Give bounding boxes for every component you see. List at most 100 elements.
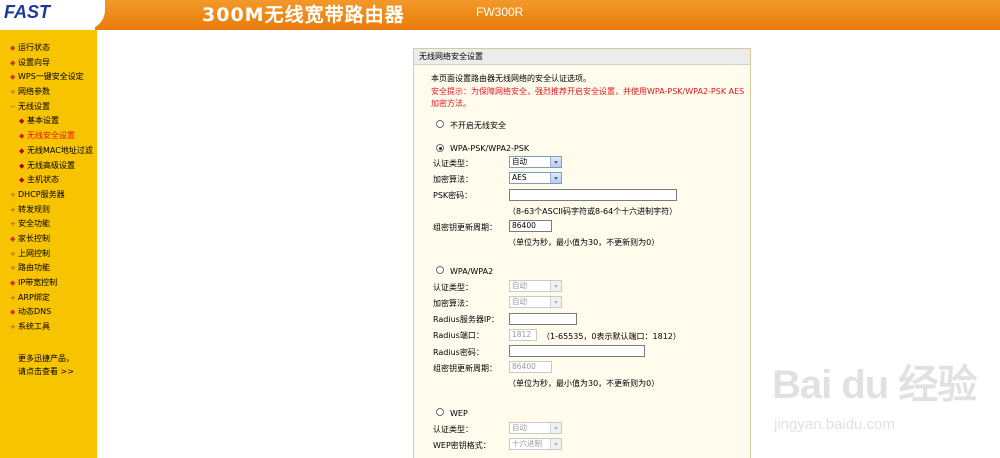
bullet-icon: ◆ bbox=[19, 176, 25, 185]
sidebar-item-host-status[interactable]: ◆ 主机状态 bbox=[10, 173, 93, 188]
brand-logo: FAST bbox=[4, 2, 51, 22]
sidebar-item-arp[interactable]: + ARP绑定 bbox=[10, 291, 93, 306]
sidebar-item-label: 无线高级设置 bbox=[27, 160, 75, 170]
radio-wpa-psk-label: WPA-PSK/WPA2-PSK bbox=[450, 144, 530, 153]
expand-icon: + bbox=[10, 205, 16, 214]
expand-icon: + bbox=[10, 190, 16, 199]
sidebar-item-system-tools[interactable]: + 系统工具 bbox=[10, 320, 93, 335]
sidebar-item-bandwidth[interactable]: ◆ IP带宽控制 bbox=[10, 276, 93, 291]
sidebar-menu: ◆ 运行状态 ◆ 设置向导 ◆ WPS一键安全设定 + 网络参数 − 无线设置 ◆ 基本设置… bbox=[10, 41, 93, 335]
sidebar-item-label: 无线MAC地址过滤 bbox=[27, 145, 93, 155]
psk-auth-select[interactable]: 自动 bbox=[509, 156, 562, 168]
sidebar-item-label: 设置向导 bbox=[18, 57, 50, 67]
psk-auth-value: 自动 bbox=[512, 157, 527, 166]
psk-period-label: 组密钥更新周期： bbox=[433, 223, 497, 232]
wpa-ip-input[interactable] bbox=[509, 313, 577, 325]
wpa-auth-select[interactable]: 自动 bbox=[509, 280, 562, 292]
wpa-auth-value: 自动 bbox=[512, 281, 527, 290]
wpa-port-label: Radius端口： bbox=[433, 331, 484, 340]
header-bar: FAST 300M无线宽带路由器 FW300R bbox=[0, 0, 1000, 30]
radio-wpa-label: WPA/WPA2 bbox=[450, 267, 494, 276]
intro-text: 本页面设置路由器无线网络的安全认证选项。 bbox=[431, 74, 591, 83]
psk-enc-label: 加密算法： bbox=[433, 175, 473, 184]
sidebar-item-wireless-advanced[interactable]: ◆ 无线高级设置 bbox=[10, 159, 93, 174]
psk-enc-value: AES bbox=[512, 173, 527, 182]
wep-auth-value: 自动 bbox=[512, 423, 527, 432]
sidebar-item-label: 无线设置 bbox=[18, 101, 50, 111]
sidebar-item-wireless[interactable]: − 无线设置 bbox=[10, 100, 93, 115]
sidebar-item-wizard[interactable]: ◆ 设置向导 bbox=[10, 56, 93, 71]
security-tip-cont: 加密方法。 bbox=[431, 99, 471, 108]
bullet-icon: ◆ bbox=[19, 132, 25, 141]
chevron-down-icon bbox=[550, 281, 561, 291]
bullet-icon: ◆ bbox=[10, 279, 16, 287]
expand-icon: + bbox=[10, 293, 16, 302]
sidebar-item-label: 主机状态 bbox=[27, 175, 59, 185]
wpa-period-hint: （单位为秒，最小值为30，不更新则为0） bbox=[508, 379, 660, 388]
sidebar-item-dhcp[interactable]: + DHCP服务器 bbox=[10, 188, 93, 203]
psk-period-hint: （单位为秒，最小值为30，不更新则为0） bbox=[508, 238, 660, 247]
sidebar-item-ddns[interactable]: ◆ 动态DNS bbox=[10, 305, 93, 320]
bullet-icon: ◆ bbox=[19, 161, 25, 170]
wep-auth-label: 认证类型： bbox=[433, 425, 473, 434]
sidebar-item-label: 系统工具 bbox=[18, 322, 50, 332]
wpa-enc-label: 加密算法： bbox=[433, 299, 473, 308]
product-title: 300M无线宽带路由器 bbox=[202, 4, 405, 26]
radio-no-security[interactable] bbox=[436, 120, 444, 128]
wpa-enc-select[interactable]: 自动 bbox=[509, 296, 562, 308]
sidebar-item-wireless-basic[interactable]: ◆ 基本设置 bbox=[10, 114, 93, 129]
bullet-icon: ◆ bbox=[10, 234, 16, 243]
radio-wep-label: WEP bbox=[450, 409, 468, 418]
watermark-brand: Bai du 经验 bbox=[772, 363, 977, 407]
wpa-port-input[interactable]: 1812 bbox=[509, 329, 537, 341]
sidebar-item-label: WPS一键安全设定 bbox=[18, 72, 84, 82]
more-products: 更多迅捷产品， 请点击查看 >> bbox=[18, 352, 74, 378]
chevron-down-icon bbox=[550, 439, 561, 449]
bullet-icon: ◆ bbox=[10, 44, 16, 52]
psk-enc-select[interactable]: AES bbox=[509, 172, 562, 184]
psk-period-input[interactable]: 86400 bbox=[509, 220, 552, 232]
expand-icon: + bbox=[10, 88, 16, 97]
wireless-security-panel: 无线网络安全设置 本页面设置路由器无线网络的安全认证选项。 安全提示：为保障网络… bbox=[413, 48, 751, 458]
sidebar-item-parental[interactable]: ◆ 家长控制 bbox=[10, 232, 93, 247]
sidebar-item-forwarding[interactable]: + 转发规则 bbox=[10, 203, 93, 218]
wep-format-label: WEP密钥格式： bbox=[433, 441, 491, 450]
sidebar-item-security[interactable]: + 安全功能 bbox=[10, 217, 93, 232]
wpa-period-input[interactable]: 86400 bbox=[509, 361, 552, 373]
radio-wep[interactable] bbox=[436, 408, 444, 416]
sidebar-item-routing[interactable]: + 路由功能 bbox=[10, 261, 93, 276]
psk-key-input[interactable] bbox=[509, 189, 677, 201]
sidebar-item-network[interactable]: + 网络参数 bbox=[10, 85, 93, 100]
radio-wpa[interactable] bbox=[436, 266, 444, 274]
sidebar-item-label: 运行状态 bbox=[18, 43, 50, 52]
sidebar-item-label: 路由功能 bbox=[18, 263, 50, 273]
wep-format-value: 十六进制 bbox=[512, 439, 542, 448]
sidebar-item-wps[interactable]: ◆ WPS一键安全设定 bbox=[10, 70, 93, 85]
wep-auth-select[interactable]: 自动 bbox=[509, 422, 562, 434]
wep-format-select[interactable]: 十六进制 bbox=[509, 438, 562, 450]
wpa-enc-value: 自动 bbox=[512, 297, 527, 306]
sidebar-item-status[interactable]: ◆ 运行状态 bbox=[10, 41, 93, 56]
radio-wpa-psk[interactable] bbox=[436, 144, 444, 152]
psk-key-label: PSK密码： bbox=[433, 191, 473, 200]
psk-auth-label: 认证类型： bbox=[433, 159, 473, 168]
sidebar-item-wireless-security[interactable]: ◆ 无线安全设置 bbox=[10, 129, 93, 144]
bullet-icon: ◆ bbox=[10, 73, 16, 82]
baidu-watermark: Bai du 经验 jingyan.baidu.com bbox=[772, 350, 990, 445]
sidebar-item-label: 基本设置 bbox=[27, 116, 59, 126]
more-products-link[interactable]: 请点击查看 >> bbox=[18, 365, 74, 378]
bullet-icon: ◆ bbox=[10, 308, 16, 317]
wpa-period-label: 组密钥更新周期： bbox=[433, 364, 497, 373]
sidebar-item-access-control[interactable]: + 上网控制 bbox=[10, 247, 93, 262]
panel-title: 无线网络安全设置 bbox=[414, 49, 750, 65]
bullet-icon: ◆ bbox=[19, 146, 25, 155]
sidebar-item-label: 上网控制 bbox=[18, 248, 50, 258]
expand-icon: + bbox=[10, 249, 16, 258]
sidebar-item-mac-filter[interactable]: ◆ 无线MAC地址过滤 bbox=[10, 144, 93, 159]
sidebar-item-label: 转发规则 bbox=[18, 204, 50, 214]
security-tip: 安全提示：为保障网络安全，强烈推荐开启安全设置，并使用WPA-PSK/WPA2-… bbox=[431, 87, 745, 96]
sidebar-item-label: 家长控制 bbox=[18, 233, 50, 243]
sidebar-item-label: 安全功能 bbox=[18, 219, 50, 229]
wpa-pwd-input[interactable] bbox=[509, 345, 645, 357]
chevron-down-icon bbox=[550, 157, 561, 167]
